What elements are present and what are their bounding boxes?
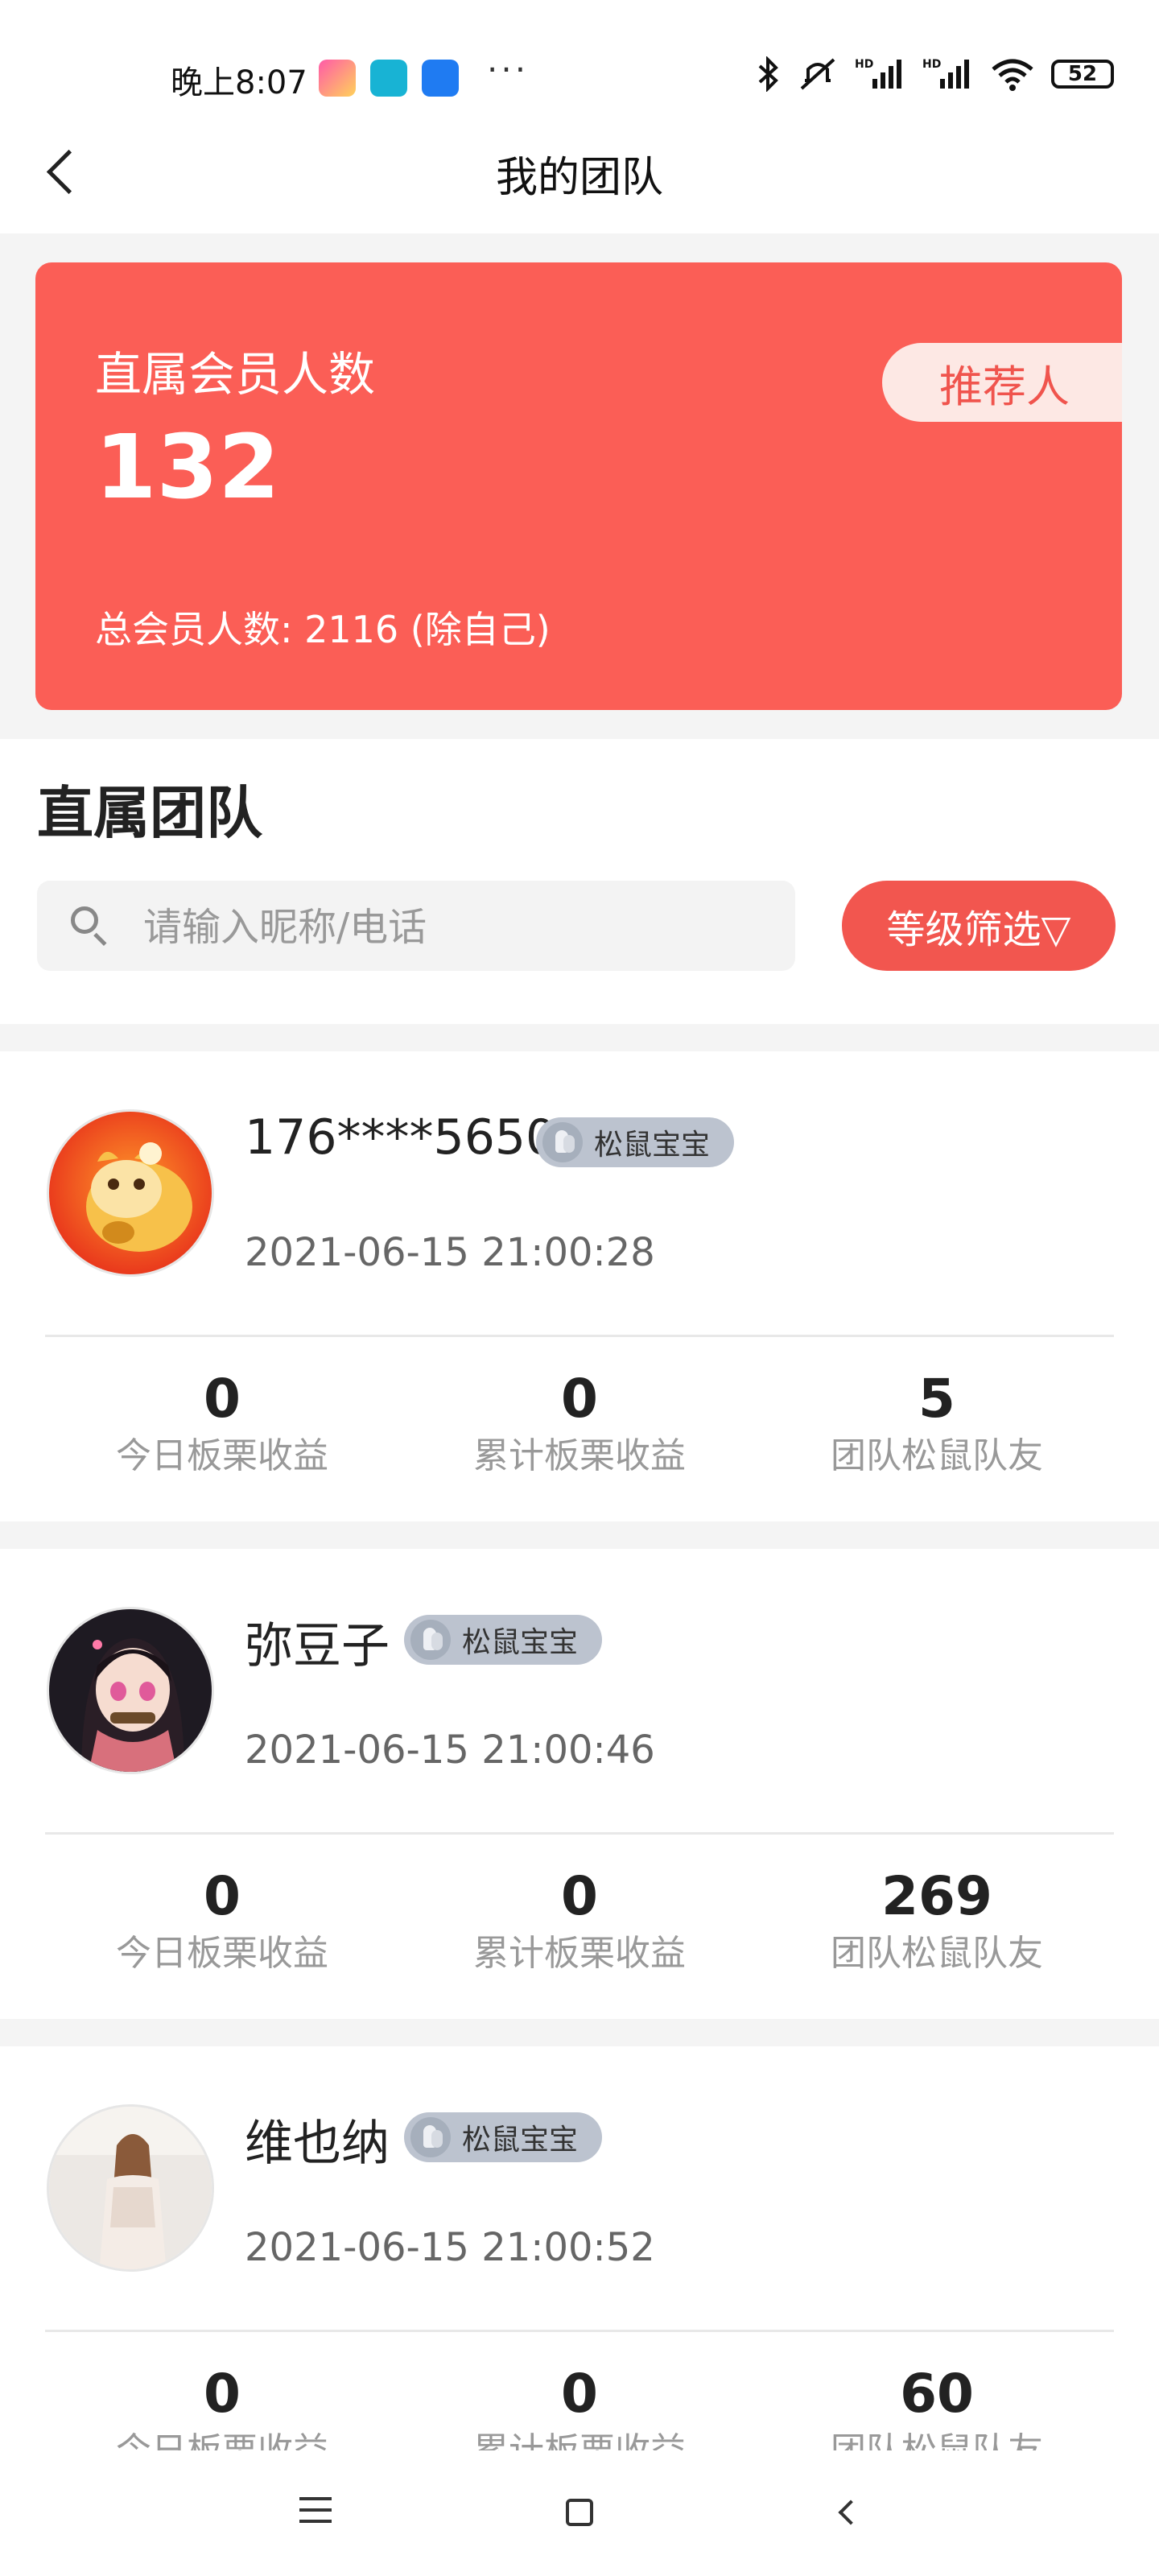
hd-signal-icon: HD <box>922 58 969 89</box>
search-icon <box>71 906 103 939</box>
stat-value: 0 <box>204 1865 241 1927</box>
stat-value: 5 <box>918 1368 955 1430</box>
page-title: 我的团队 <box>495 154 663 202</box>
divider <box>45 2330 1114 2332</box>
level-badge-label: 松鼠宝宝 <box>462 2124 579 2157</box>
level-badge: 松鼠宝宝 <box>536 1117 735 1167</box>
join-date: 2021-06-15 21:00:52 <box>245 2225 655 2270</box>
member-card[interactable]: 维也纳 松鼠宝宝 2021-06-15 21:00:52 0 今日板栗收益 0 … <box>0 2046 1159 2516</box>
stat-total-earnings: 0 累计板栗收益 <box>402 1864 757 1979</box>
app-icon-camel <box>370 60 407 97</box>
level-badge-label: 松鼠宝宝 <box>594 1129 711 1162</box>
app-icon-zhihu <box>422 60 459 97</box>
stat-label: 团队松鼠队友 <box>831 1435 1043 1476</box>
member-name: 维也纳 <box>245 2116 390 2172</box>
home-icon[interactable] <box>566 2499 593 2526</box>
stat-label: 今日板栗收益 <box>116 1933 328 1974</box>
squirrel-icon <box>410 2117 451 2157</box>
section-title: 直属团队 <box>37 780 262 846</box>
hd-signal-icon: HD <box>855 58 901 89</box>
stat-team-members: 5 团队松鼠队友 <box>760 1367 1114 1481</box>
stat-team-members: 269 团队松鼠队友 <box>760 1864 1114 1979</box>
stat-label: 团队松鼠队友 <box>831 1933 1043 1974</box>
svg-text:HD: HD <box>922 58 941 71</box>
level-badge: 松鼠宝宝 <box>404 1615 603 1665</box>
divider <box>45 1335 1114 1337</box>
member-card[interactable]: 弥豆子 松鼠宝宝 2021-06-15 21:00:46 0 今日板栗收益 0 … <box>0 1549 1159 2019</box>
divider <box>45 1832 1114 1835</box>
join-date: 2021-06-15 21:00:46 <box>245 1728 655 1773</box>
stat-value: 0 <box>561 2363 598 2425</box>
stat-value: 0 <box>204 2363 241 2425</box>
status-icons: HD HD 52 <box>757 56 1114 92</box>
stat-value: 60 <box>900 2363 974 2425</box>
back-icon[interactable] <box>834 2499 863 2528</box>
stat-label: 今日板栗收益 <box>116 1435 328 1476</box>
battery-icon: 52 <box>1051 60 1114 89</box>
stat-today-earnings: 0 今日板栗收益 <box>45 1864 399 1979</box>
direct-members-count: 132 <box>95 415 280 518</box>
stat-today-earnings: 0 今日板栗收益 <box>45 1367 399 1481</box>
mute-icon <box>800 58 835 90</box>
avatar <box>47 1607 214 1774</box>
total-members-text: 总会员人数: 2116 (除自己) <box>95 608 551 651</box>
recommender-button[interactable]: 推荐人 <box>882 343 1122 422</box>
status-time: 晚上8:07 <box>171 64 307 101</box>
wifi-icon <box>992 59 1033 91</box>
member-name: 弥豆子 <box>245 1618 390 1674</box>
bluetooth-icon <box>758 56 778 92</box>
avatar <box>47 2104 214 2272</box>
stat-label: 累计板栗收益 <box>473 1933 686 1974</box>
stat-value: 269 <box>881 1865 992 1927</box>
stat-label: 累计板栗收益 <box>473 1435 686 1476</box>
level-badge-label: 松鼠宝宝 <box>462 1626 579 1659</box>
summary-card: 直属会员人数 132 总会员人数: 2116 (除自己) 推荐人 <box>35 262 1122 710</box>
direct-members-label: 直属会员人数 <box>95 347 376 402</box>
squirrel-icon <box>542 1122 583 1162</box>
stat-value: 0 <box>561 1865 598 1927</box>
stat-value: 0 <box>204 1368 241 1430</box>
level-badge: 松鼠宝宝 <box>404 2112 603 2162</box>
stat-total-earnings: 0 累计板栗收益 <box>402 1367 757 1481</box>
member-name: 176****5650 <box>245 1109 557 1166</box>
stat-value: 0 <box>561 1368 598 1430</box>
svg-text:HD: HD <box>855 58 873 71</box>
app-icon-promo <box>319 60 356 97</box>
more-notifications-icon: ··· <box>487 50 530 89</box>
join-date: 2021-06-15 21:00:28 <box>245 1230 655 1275</box>
menu-icon[interactable] <box>299 2497 332 2523</box>
squirrel-icon <box>410 1620 451 1660</box>
search-input[interactable] <box>142 898 773 956</box>
avatar <box>47 1109 214 1277</box>
member-card[interactable]: 176****5650 松鼠宝宝 2021-06-15 21:00:28 0 今… <box>0 1051 1159 1521</box>
level-filter-button[interactable]: 等级筛选▽ <box>842 881 1116 971</box>
